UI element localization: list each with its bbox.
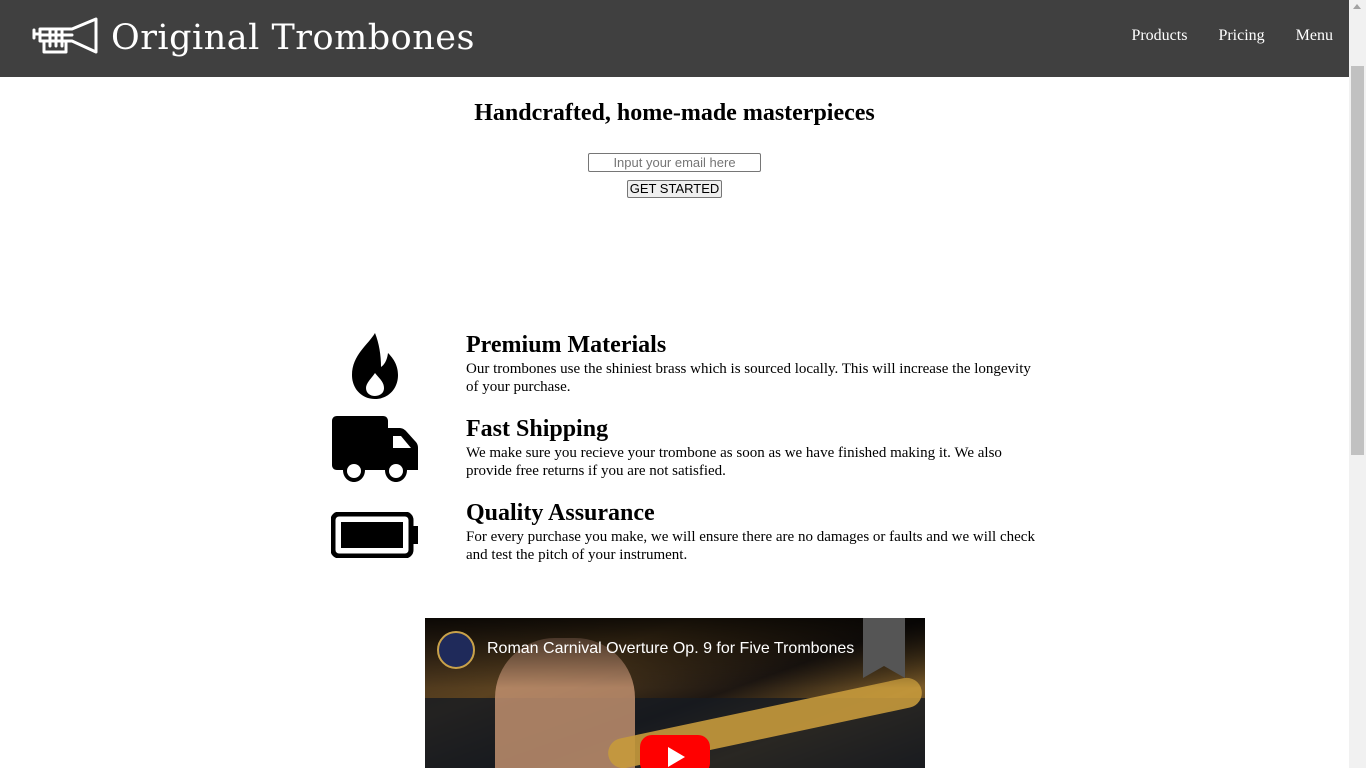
channel-avatar[interactable]: [437, 631, 475, 669]
feature-title-fast-shipping: Fast Shipping: [466, 416, 609, 442]
brand-name: Original Trombones: [111, 18, 475, 58]
nav-link-pricing[interactable]: Pricing: [1218, 27, 1264, 45]
fire-icon: [330, 331, 420, 401]
hero-title: Handcrafted, home-made masterpieces: [474, 100, 875, 126]
video-title[interactable]: Roman Carnival Overture Op. 9 for Five T…: [487, 640, 867, 658]
truck-icon: [330, 416, 420, 486]
play-icon: [668, 747, 685, 767]
video-embed[interactable]: Roman Carnival Overture Op. 9 for Five T…: [425, 618, 925, 768]
page-scrollbar[interactable]: [1349, 0, 1366, 768]
email-input[interactable]: [588, 153, 761, 172]
feature-title-premium-materials: Premium Materials: [466, 332, 667, 358]
feature-desc-quality-assurance: For every purchase you make, we will ens…: [466, 529, 1035, 563]
scroll-up-arrow-icon[interactable]: [1353, 4, 1361, 9]
trumpet-logo-icon: [32, 17, 98, 54]
youtube-play-button[interactable]: [640, 735, 710, 768]
scrollbar-thumb[interactable]: [1351, 66, 1364, 455]
site-header: Original Trombones Products Pricing Menu: [0, 0, 1349, 77]
nav-link-products[interactable]: Products: [1131, 27, 1187, 45]
battery-full-icon: [330, 500, 420, 570]
page: Original Trombones Products Pricing Menu…: [0, 0, 1349, 768]
brand-logo[interactable]: Original Trombones: [32, 14, 475, 62]
main-nav: Products Pricing Menu: [1131, 27, 1333, 45]
feature-desc-premium-materials: Our trombones use the shiniest brass whi…: [466, 361, 1031, 395]
nav-link-menu[interactable]: Menu: [1296, 27, 1333, 45]
feature-desc-fast-shipping: We make sure you recieve your trombone a…: [466, 445, 1002, 479]
get-started-button[interactable]: GET STARTED: [627, 180, 722, 198]
feature-title-quality-assurance: Quality Assurance: [466, 500, 655, 526]
